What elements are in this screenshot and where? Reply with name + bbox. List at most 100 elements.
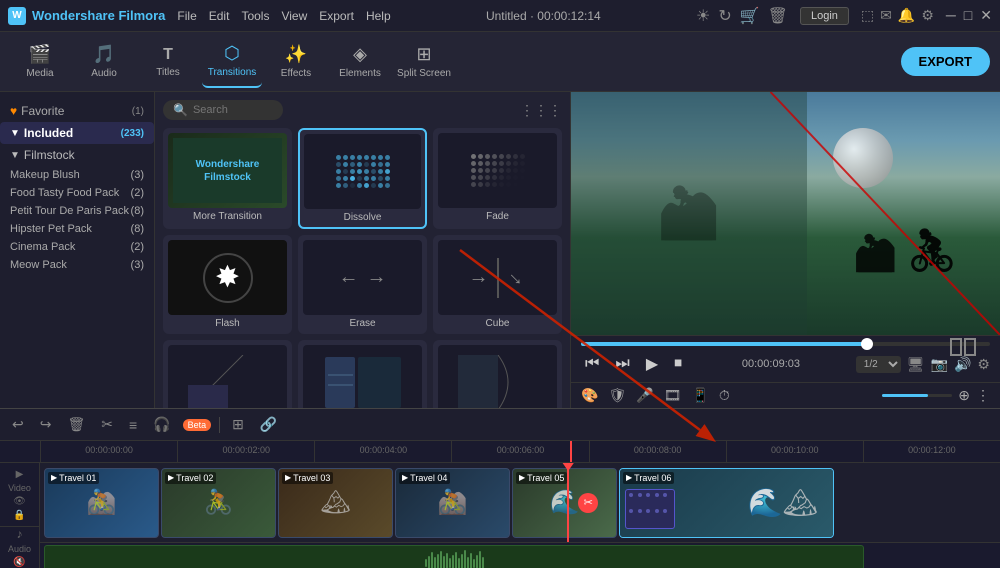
screen-button[interactable]: 📱: [691, 387, 708, 404]
sidebar-item-filmstock[interactable]: ▼ Filmstock: [0, 144, 154, 166]
menu-tools[interactable]: Tools: [241, 9, 269, 23]
sidebar-item-meow[interactable]: Meow Pack (3): [0, 256, 154, 274]
transitions-panel: 🔍 ⋮⋮⋮ WondershareFilmstock More Transiti…: [155, 92, 570, 408]
filmstock-chevron: ▼: [10, 150, 20, 161]
options-button[interactable]: ⋮: [976, 387, 990, 404]
lock-icon[interactable]: 🔒: [13, 510, 25, 521]
menu-edit[interactable]: Edit: [209, 9, 230, 23]
shield-button[interactable]: 🛡: [608, 387, 626, 404]
cart-icon[interactable]: 🛒: [740, 6, 760, 26]
transition-partial-1[interactable]: [163, 340, 292, 408]
tool-effects[interactable]: ✨ Effects: [266, 36, 326, 88]
play-button[interactable]: ▶: [642, 352, 662, 376]
tl-cut-button[interactable]: ✂: [97, 414, 117, 435]
monitor-icon[interactable]: 🖥: [907, 356, 925, 373]
menu-file[interactable]: File: [177, 9, 196, 23]
clip-travel04[interactable]: 🚵 ▶Travel 04: [395, 468, 510, 538]
color-effect-button[interactable]: 🎨: [581, 387, 598, 404]
menu-help[interactable]: Help: [366, 9, 391, 23]
brightness-icon[interactable]: ☀: [696, 6, 710, 26]
controls-row: ⏮ ⏭ ▶ ⏹ 00:00:09:03 1/2 Full 🖥 📷 🔊: [581, 352, 990, 376]
tool-elements[interactable]: ◈ Elements: [330, 36, 390, 88]
tl-audio-button[interactable]: 🎧: [149, 414, 174, 435]
tool-split-screen[interactable]: ⊞ Split Screen: [394, 36, 454, 88]
icon1[interactable]: ⬚: [861, 7, 874, 24]
sidebar-item-cinema[interactable]: Cinema Pack (2): [0, 238, 154, 256]
transition-partial-2[interactable]: [298, 340, 427, 408]
ruler-mark-1: 00:00:02:00: [177, 441, 314, 463]
skip-back-button[interactable]: ⏮: [581, 353, 603, 375]
app-logo: W Wondershare Filmora: [8, 7, 165, 25]
icon4[interactable]: ⚙: [921, 7, 934, 24]
window-title: Untitled · 00:00:12:14: [486, 9, 601, 23]
clip-travel06[interactable]: 🌊🏔 ▶Travel 06: [619, 468, 834, 538]
food-label: Food Tasty Food Pack: [10, 187, 119, 199]
more-label: More Transition: [168, 211, 287, 222]
tl-adjust-button[interactable]: ≡: [125, 415, 141, 435]
transition-partial-3[interactable]: [433, 340, 562, 408]
refresh-icon[interactable]: ↻: [718, 6, 731, 26]
tool-transitions[interactable]: ⬡ Transitions: [202, 36, 262, 88]
clip-travel05[interactable]: 🌊 ▶Travel 05: [512, 468, 617, 538]
volume-fill: [882, 394, 928, 397]
film-button[interactable]: 🎞: [664, 387, 682, 404]
icon3[interactable]: 🔔: [898, 7, 915, 24]
tl-delete-button[interactable]: 🗑: [63, 414, 89, 435]
progress-bar[interactable]: [581, 342, 990, 346]
transitions-label: Transitions: [208, 67, 257, 78]
clip-travel02[interactable]: 🚴 ▶Travel 02: [161, 468, 276, 538]
tl-redo-button[interactable]: ↪: [36, 414, 56, 435]
add-button[interactable]: ⊕: [958, 387, 970, 404]
sidebar-item-makeup[interactable]: Makeup Blush (3): [0, 166, 154, 184]
search-input[interactable]: [193, 104, 273, 116]
minimize-button[interactable]: ─: [946, 7, 956, 24]
grid-icon[interactable]: ⋮⋮⋮: [520, 102, 562, 119]
tool-titles[interactable]: T Titles: [138, 36, 198, 88]
sidebar-item-included[interactable]: ▼ Included (233): [0, 122, 154, 144]
volume-icon[interactable]: 🔊: [954, 356, 971, 373]
hipster-label: Hipster Pet Pack: [10, 223, 92, 235]
sidebar-item-hipster[interactable]: Hipster Pet Pack (8): [0, 220, 154, 238]
tl-snap-button[interactable]: ⊞: [228, 414, 248, 435]
quality-select[interactable]: 1/2 Full: [856, 356, 901, 373]
meow-count: (3): [131, 259, 144, 271]
sidebar-item-petit[interactable]: Petit Tour De Paris Pack (8): [0, 202, 154, 220]
search-box[interactable]: 🔍: [163, 100, 283, 120]
mute-icon[interactable]: 🔇: [13, 557, 25, 568]
tl-undo-button[interactable]: ↩: [8, 414, 28, 435]
eye-icon[interactable]: 👁: [13, 496, 26, 507]
playback-controls: ⏮ ⏭ ▶ ⏹ 00:00:09:03 1/2 Full 🖥 📷 🔊: [571, 335, 1000, 382]
step-back-button[interactable]: ⏭: [611, 353, 633, 375]
export-button[interactable]: EXPORT: [901, 47, 990, 76]
tool-media[interactable]: 🎬 Media: [10, 36, 70, 88]
stop-button[interactable]: ⏹: [670, 353, 686, 375]
trash-icon[interactable]: 🗑: [768, 6, 788, 26]
timeline-ruler: 00:00:00:00 00:00:02:00 00:00:04:00 00:0…: [0, 441, 1000, 463]
settings-icon[interactable]: ⚙: [977, 356, 990, 373]
transition-cube[interactable]: → → Cube: [433, 235, 562, 334]
transition-fade[interactable]: Fade: [433, 128, 562, 229]
timeline: ↩ ↪ 🗑 ✂ ≡ 🎧 Beta ⊞ 🔗 00:00:00:00 00:00:0…: [0, 408, 1000, 568]
sidebar-item-favorite[interactable]: ♥ Favorite (1): [0, 100, 154, 122]
tool-audio[interactable]: 🎵 Audio: [74, 36, 134, 88]
camera-icon[interactable]: 📷: [931, 356, 948, 373]
timer-button[interactable]: ⏱: [719, 387, 730, 404]
menu-view[interactable]: View: [281, 9, 307, 23]
maximize-button[interactable]: □: [964, 7, 972, 24]
video-track-icon: ▶: [16, 469, 24, 480]
mic-button[interactable]: 🎤: [636, 387, 653, 404]
transition-flash[interactable]: ✸ Flash: [163, 235, 292, 334]
audio-clip-1[interactable]: [44, 545, 864, 568]
menu-export[interactable]: Export: [319, 9, 354, 23]
transition-dissolve[interactable]: Dissolve: [298, 128, 427, 229]
sidebar-item-food[interactable]: Food Tasty Food Pack (2): [0, 184, 154, 202]
transition-erase[interactable]: ← → Erase: [298, 235, 427, 334]
volume-slider[interactable]: [882, 394, 952, 397]
clip-travel01[interactable]: 🚵 ▶Travel 01: [44, 468, 159, 538]
icon2[interactable]: ✉: [880, 7, 892, 24]
transition-more[interactable]: WondershareFilmstock More Transition: [163, 128, 292, 229]
login-button[interactable]: Login: [800, 7, 849, 25]
tl-link-button[interactable]: 🔗: [256, 414, 281, 435]
close-button[interactable]: ✕: [980, 7, 992, 24]
clip-travel03[interactable]: 🏔 ▶Travel 03: [278, 468, 393, 538]
